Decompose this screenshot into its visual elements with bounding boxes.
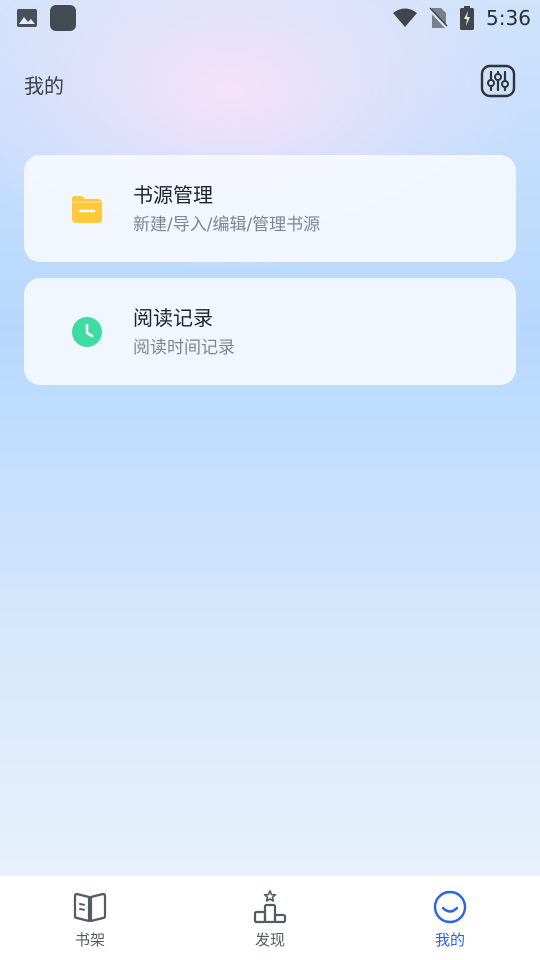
- clock-icon: [72, 317, 102, 347]
- card-title: 阅读记录: [133, 306, 213, 330]
- image-icon: [17, 9, 37, 27]
- source-management-card[interactable]: 书源管理 新建/导入/编辑/管理书源: [24, 155, 516, 262]
- folder-icon: [72, 196, 102, 223]
- podium-icon: [253, 890, 287, 924]
- smile-icon: [433, 890, 467, 924]
- status-time: 5:36: [486, 6, 531, 30]
- no-sim-icon: [428, 7, 448, 30]
- page-title: 我的: [24, 74, 64, 98]
- reading-record-card[interactable]: 阅读记录 阅读时间记录: [24, 278, 516, 385]
- wifi-icon: [393, 8, 417, 27]
- nav-item-discover[interactable]: 发现: [180, 876, 360, 960]
- app-icon: [50, 5, 76, 31]
- nav-label: 发现: [254, 931, 285, 949]
- card-subtitle: 阅读时间记录: [133, 338, 235, 358]
- sliders-icon[interactable]: [480, 64, 516, 98]
- nav-item-bookshelf[interactable]: 书架: [0, 876, 180, 960]
- nav-item-mine[interactable]: 我的: [360, 876, 540, 960]
- card-subtitle: 新建/导入/编辑/管理书源: [133, 215, 321, 235]
- status-bar: 5:36: [0, 0, 540, 36]
- nav-label: 我的: [434, 931, 465, 949]
- bottom-nav: 书架 发现 我的: [0, 875, 540, 960]
- battery-charging-icon: [460, 6, 474, 30]
- book-icon: [73, 892, 107, 923]
- nav-label: 书架: [74, 931, 105, 949]
- card-title: 书源管理: [133, 183, 213, 207]
